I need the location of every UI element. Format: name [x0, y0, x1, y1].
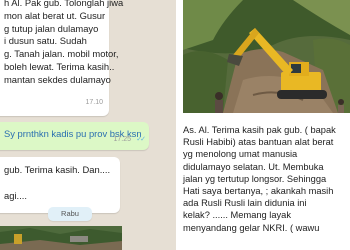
chat-panel: h Al. Pak gub. Tolonglah jiwa mon alat b… — [0, 0, 176, 250]
outgoing-message-bubble[interactable]: Sy prnthkn kadis pu prov bsk ksn 17.25 ✓… — [0, 122, 149, 150]
message-line — [0, 177, 120, 190]
caption-line: Hati saya bertanya, ; akankah masih — [183, 186, 334, 197]
message-line: mon alat berat ut. Gusur — [4, 9, 106, 21]
caption-line: yg menolong umat manusia — [183, 149, 298, 160]
message-line: gub. Terima kasih. Dan.... — [4, 164, 111, 175]
message-line: g. Tanah jalan. mobil motor, — [4, 48, 119, 60]
caption-line: kelak? ...... Memang layak — [183, 210, 291, 221]
message-timestamp: 17.10 — [85, 99, 103, 107]
date-divider: Rabu — [48, 207, 92, 221]
caption-line: Rusli Habibi) atas bantuan alat berat — [183, 137, 334, 148]
caption-line: ada Rusli Rusli lain didunia ini — [183, 198, 307, 209]
excavator-landslide-photo[interactable] — [183, 0, 350, 113]
message-line: i dusun satu. Sudah — [4, 35, 87, 47]
message-line: boleh lewat. Terima kasih.. — [4, 60, 115, 72]
caption-line: jalan yg tertutup longsor. Sehingga — [183, 173, 327, 184]
caption-line: As. Al. Terima kasih pak gub. ( bapak — [183, 125, 336, 135]
message-line: mantan sekdes dulamayo — [4, 73, 111, 85]
post-panel: As. Al. Terima kasih pak gub. ( bapak Ru… — [176, 0, 350, 250]
caption-line: didulamayo selatan. Ut. Membuka — [183, 161, 324, 172]
caption-line: menyandang gelar NKRI. ( wawu — [183, 222, 320, 233]
message-line: h Al. Pak gub. Tolonglah jiwa — [4, 0, 124, 8]
shared-photo-thumbnail[interactable] — [0, 226, 122, 250]
post-caption: As. Al. Terima kasih pak gub. ( bapak Ru… — [183, 124, 350, 234]
message-line: agi.... — [4, 189, 27, 201]
message-line: g tutup jalan dulamayo — [4, 22, 99, 34]
message-timestamp: 17.25 — [113, 136, 131, 144]
read-receipt-icon: ✓✓ — [136, 136, 146, 144]
incoming-message-bubble[interactable]: h Al. Pak gub. Tolonglah jiwa mon alat b… — [0, 0, 124, 116]
incoming-message-bubble[interactable]: gub. Terima kasih. Dan.... agi.... — [0, 157, 120, 213]
